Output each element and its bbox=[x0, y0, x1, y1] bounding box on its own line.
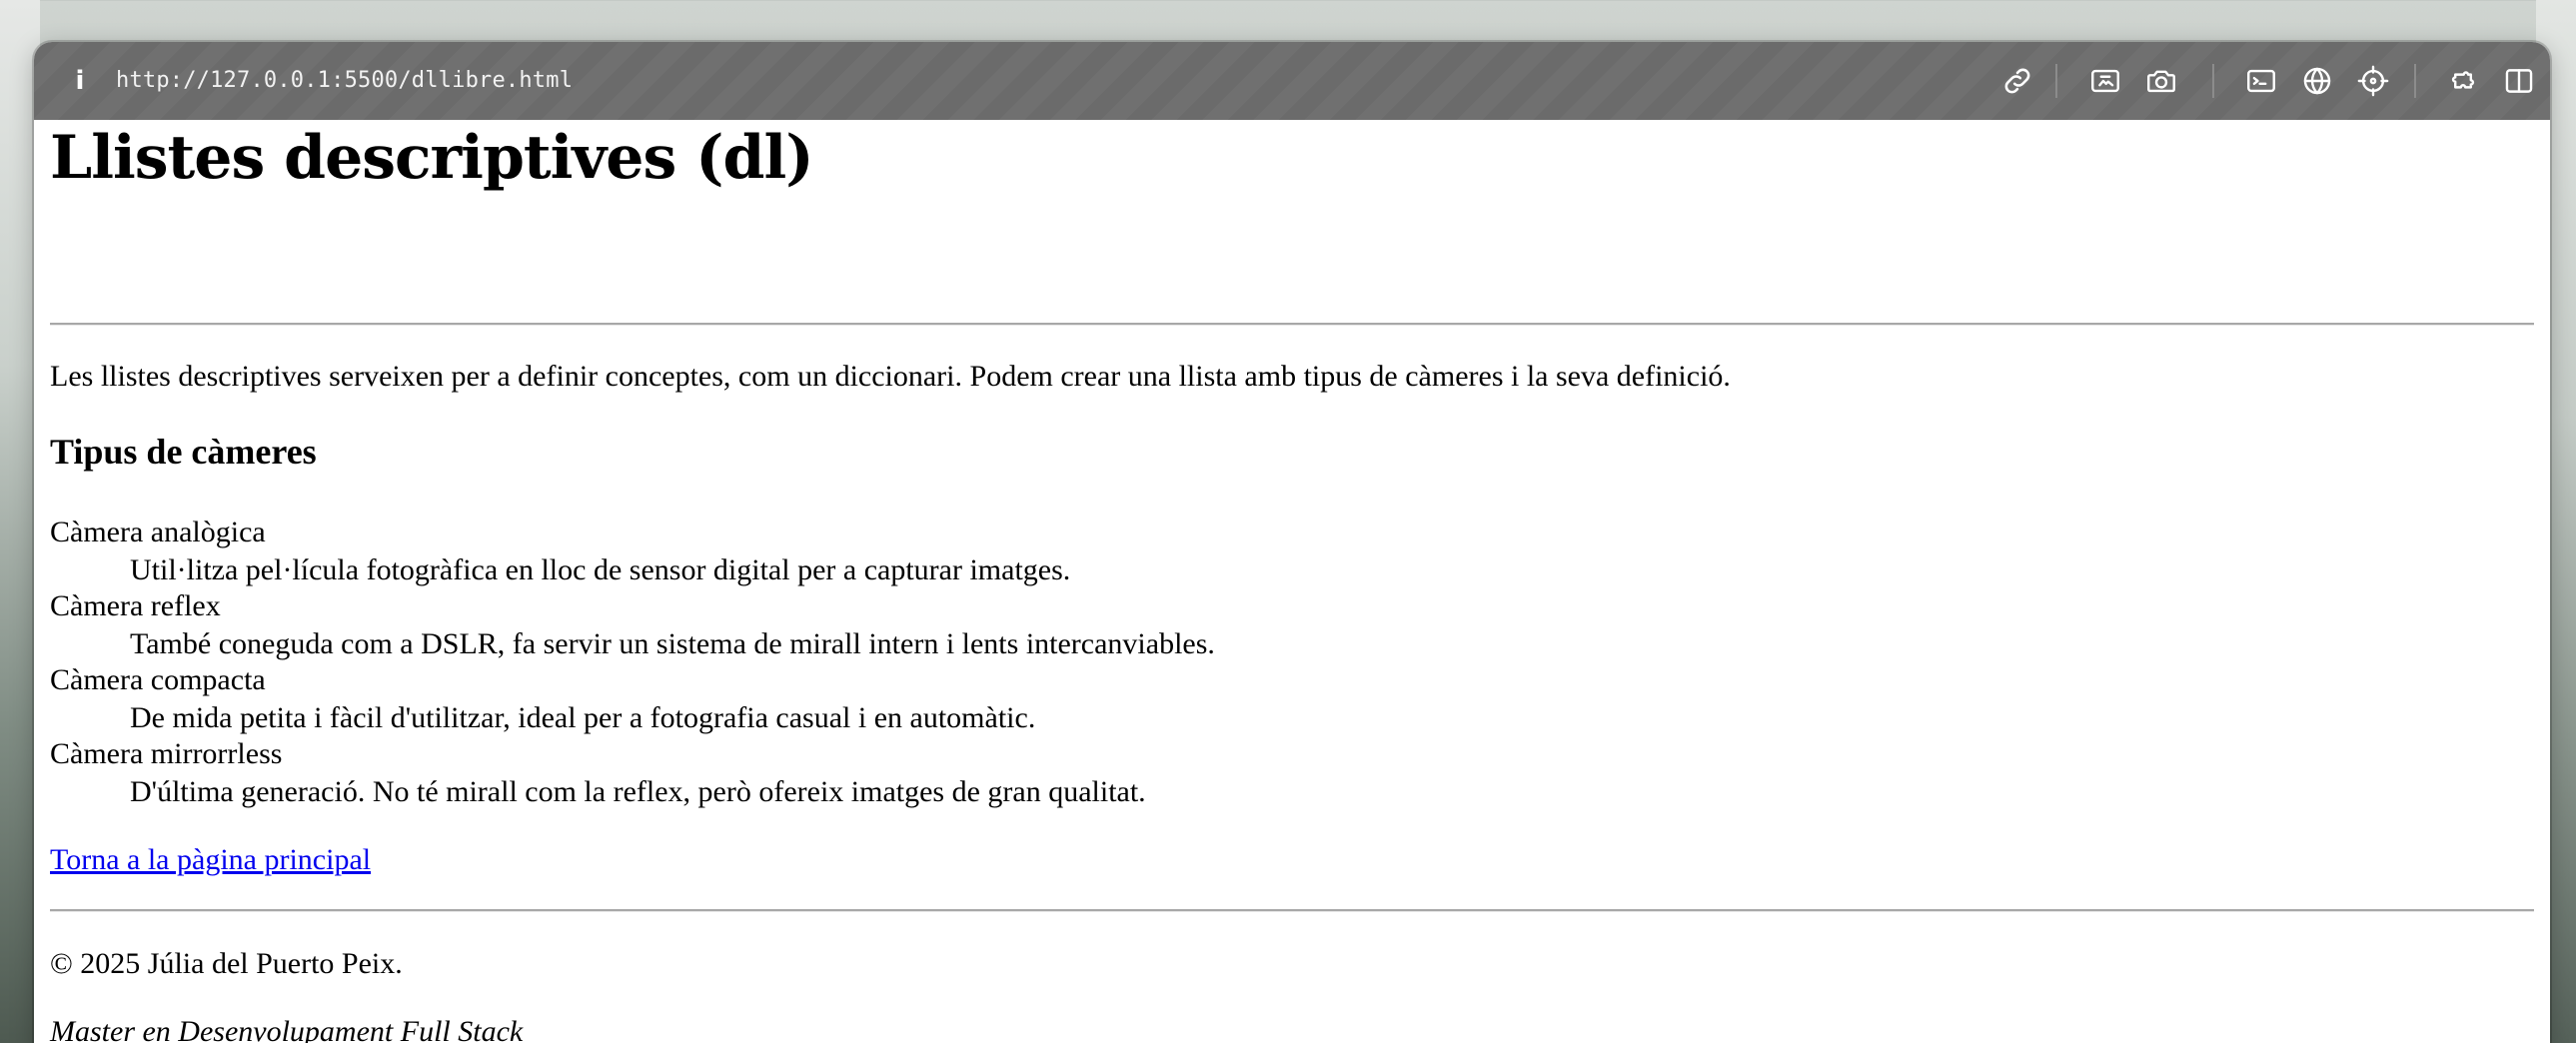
definition-term: Càmera compacta bbox=[50, 663, 266, 696]
toolbar-separator bbox=[2414, 64, 2416, 98]
page-title: Llistes descriptives (dl) bbox=[50, 123, 814, 193]
sidebar-icon[interactable] bbox=[2500, 62, 2538, 100]
definition-term: Càmera reflex bbox=[50, 589, 221, 622]
browser-window: i http://127.0.0.1:5500/dllibre.html Lli… bbox=[34, 42, 2550, 1043]
toolbar-separator bbox=[2055, 64, 2057, 98]
definition-description: També coneguda com a DSLR, fa servir un … bbox=[130, 627, 1215, 660]
intro-paragraph: Les llistes descriptives serveixen per a… bbox=[50, 360, 1731, 393]
section-heading: Tipus de càmeres bbox=[50, 432, 317, 472]
screenshot-region-icon[interactable] bbox=[2086, 62, 2124, 100]
page-content: Llistes descriptives (dl) Les llistes de… bbox=[50, 120, 2534, 1043]
definition-description: De mida petita i fàcil d'utilitzar, idea… bbox=[130, 701, 1036, 734]
camera-icon[interactable] bbox=[2142, 62, 2180, 100]
crosshair-icon[interactable] bbox=[2354, 62, 2392, 100]
extensions-icon[interactable] bbox=[2444, 62, 2482, 100]
info-icon[interactable]: i bbox=[68, 64, 92, 98]
address-bar-url[interactable]: http://127.0.0.1:5500/dllibre.html bbox=[116, 64, 573, 98]
footer-copyright: © 2025 Júlia del Puerto Peix. bbox=[50, 947, 403, 980]
horizontal-rule bbox=[50, 909, 2534, 912]
link-icon[interactable] bbox=[1998, 62, 2036, 100]
definition-term: Càmera mirrorrless bbox=[50, 737, 283, 770]
definition-term: Càmera analògica bbox=[50, 516, 266, 548]
definition-description: D'última generació. No té mirall com la … bbox=[130, 775, 1146, 808]
footer-course: Master en Desenvolupament Full Stack bbox=[50, 1015, 524, 1043]
back-to-home-link[interactable]: Torna a la pàgina principal bbox=[50, 841, 371, 879]
definition-description: Util·litza pel·lícula fotogràfica en llo… bbox=[130, 553, 1071, 586]
browser-toolbar: i http://127.0.0.1:5500/dllibre.html bbox=[34, 42, 2550, 120]
globe-icon[interactable] bbox=[2298, 62, 2336, 100]
terminal-icon[interactable] bbox=[2242, 62, 2280, 100]
toolbar-separator bbox=[2212, 64, 2214, 98]
horizontal-rule bbox=[50, 323, 2534, 326]
